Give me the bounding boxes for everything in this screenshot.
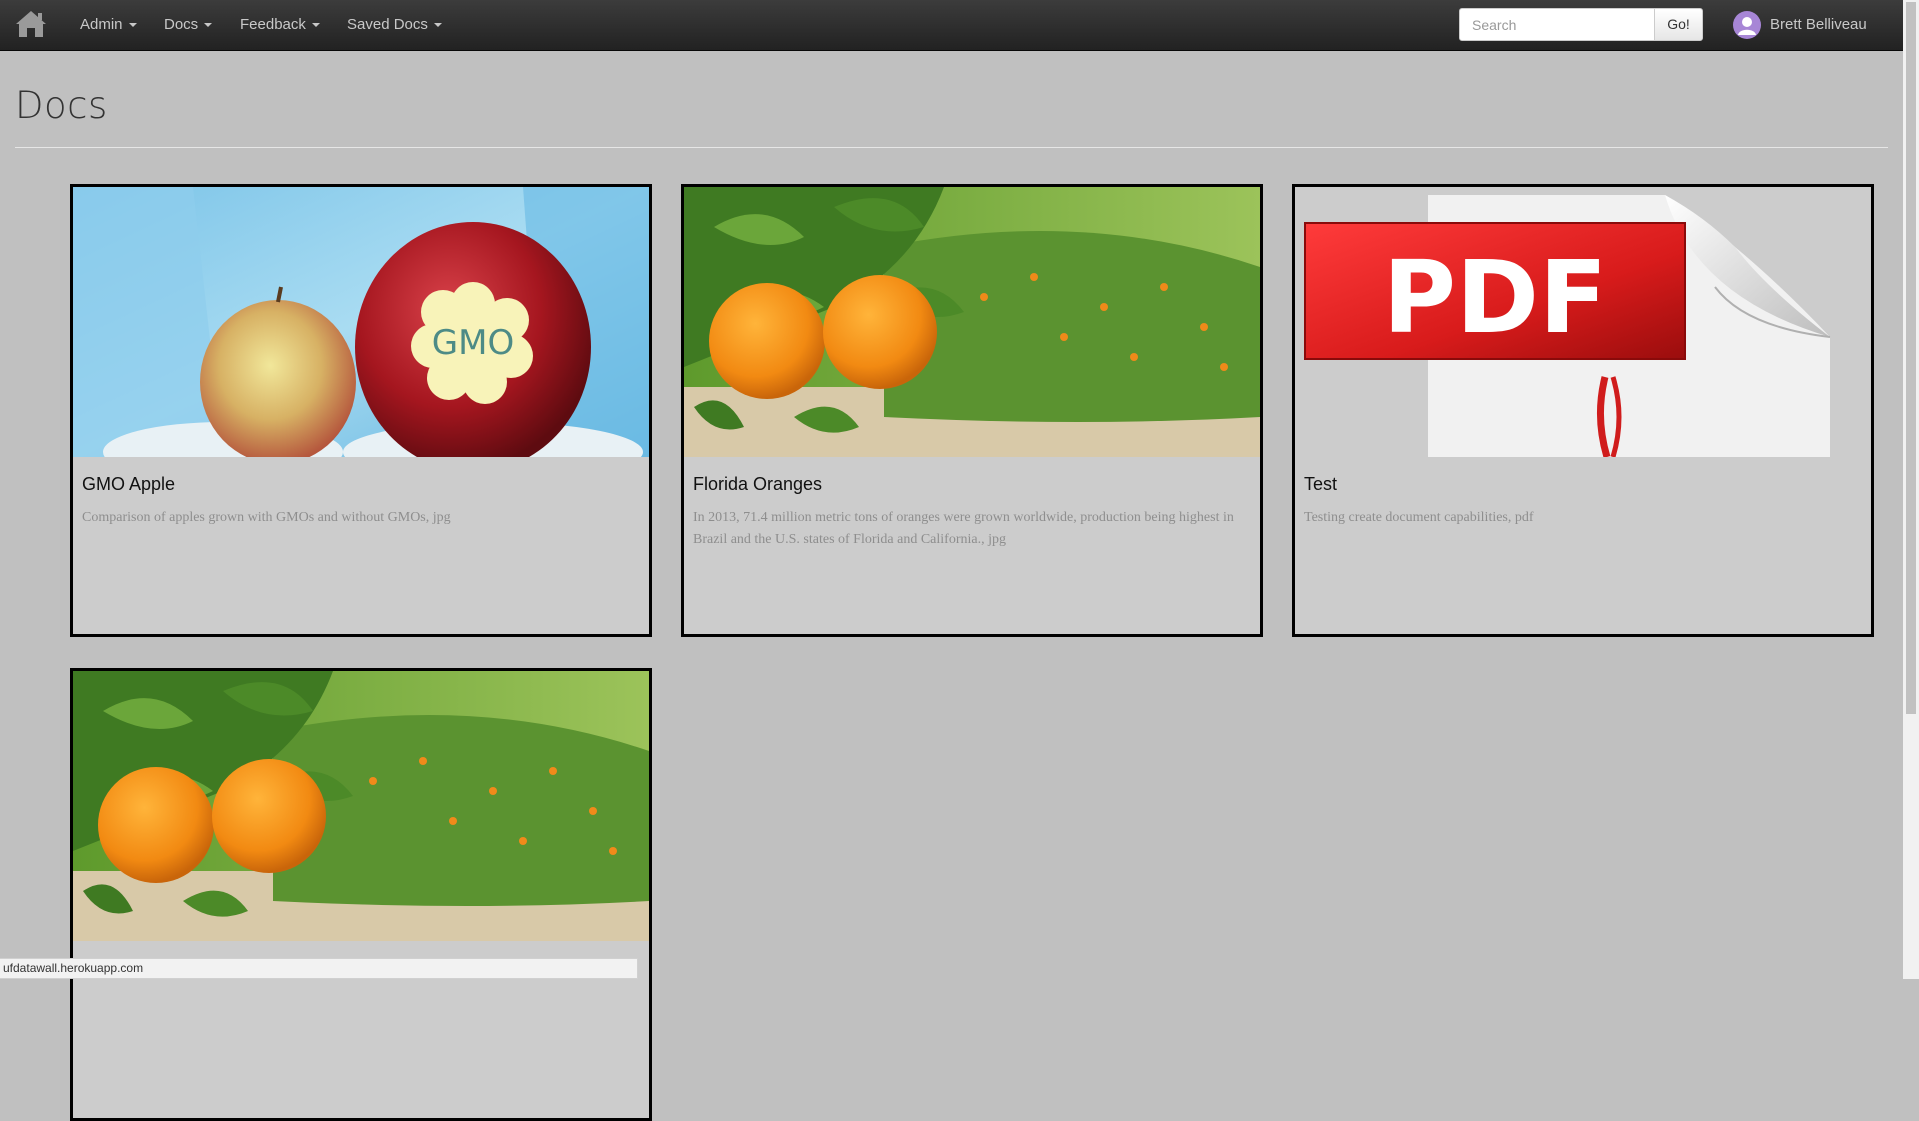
user-icon bbox=[1738, 17, 1756, 35]
avatar bbox=[1733, 11, 1761, 39]
nav-menu-saved-docs-label: Saved Docs bbox=[347, 16, 428, 33]
nav-menu-feedback-label: Feedback bbox=[240, 16, 306, 33]
doc-card-title[interactable]: GMO Apple bbox=[82, 474, 175, 495]
user-name: Brett Belliveau bbox=[1770, 16, 1867, 33]
doc-card-image: GMO bbox=[73, 187, 649, 457]
search-go-button[interactable]: Go! bbox=[1654, 8, 1703, 41]
nav-menu-admin-label: Admin bbox=[80, 16, 123, 33]
nav-menu-docs[interactable]: Docs bbox=[164, 16, 213, 33]
nav-menu-admin[interactable]: Admin bbox=[80, 16, 137, 33]
page-title: Docs bbox=[15, 84, 108, 127]
doc-card-oranges-2[interactable] bbox=[70, 668, 652, 1121]
doc-card-florida-oranges[interactable]: Florida Oranges In 2013, 71.4 million me… bbox=[681, 184, 1263, 637]
svg-text:GMO: GMO bbox=[432, 323, 514, 363]
gmo-apple-image: GMO bbox=[73, 187, 649, 457]
doc-card-image: PDF bbox=[1295, 187, 1871, 457]
nav-menu-feedback[interactable]: Feedback bbox=[240, 16, 320, 33]
doc-card-description: Testing create document capabilities, pd… bbox=[1304, 510, 1534, 525]
doc-card-image bbox=[684, 187, 1260, 457]
browser-status-bar: ufdatawall.herokuapp.com bbox=[0, 958, 638, 979]
doc-card-image bbox=[73, 671, 649, 941]
search-input[interactable] bbox=[1459, 8, 1655, 41]
doc-card-gmo-apple[interactable]: GMO GMO Apple Comparison of apples grown… bbox=[70, 184, 652, 637]
page-scrollbar[interactable] bbox=[1903, 0, 1919, 979]
title-divider bbox=[15, 147, 1888, 148]
svg-text:PDF: PDF bbox=[1383, 239, 1608, 356]
nav-menu-saved-docs[interactable]: Saved Docs bbox=[347, 16, 442, 33]
doc-card-test[interactable]: PDF Test Testing create document capabil… bbox=[1292, 184, 1874, 637]
orange-tree-image bbox=[73, 671, 649, 941]
doc-card-description: In 2013, 71.4 million metric tons of ora… bbox=[693, 510, 1234, 547]
scrollbar-thumb[interactable] bbox=[1906, 2, 1916, 714]
doc-card-description: Comparison of apples grown with GMOs and… bbox=[82, 510, 451, 525]
doc-card-title[interactable]: Test bbox=[1304, 474, 1337, 495]
orange-tree-image bbox=[684, 187, 1260, 457]
chevron-down-icon bbox=[311, 23, 320, 28]
nav-menu-docs-label: Docs bbox=[164, 16, 199, 33]
pdf-icon: PDF bbox=[1295, 187, 1871, 457]
doc-card-title[interactable]: Florida Oranges bbox=[693, 474, 822, 495]
top-navbar: Admin Docs Feedback Saved Docs Go! Brett… bbox=[0, 0, 1903, 51]
chevron-down-icon bbox=[204, 23, 213, 28]
home-icon[interactable] bbox=[15, 9, 47, 39]
chevron-down-icon bbox=[433, 23, 442, 28]
chevron-down-icon bbox=[128, 23, 137, 28]
